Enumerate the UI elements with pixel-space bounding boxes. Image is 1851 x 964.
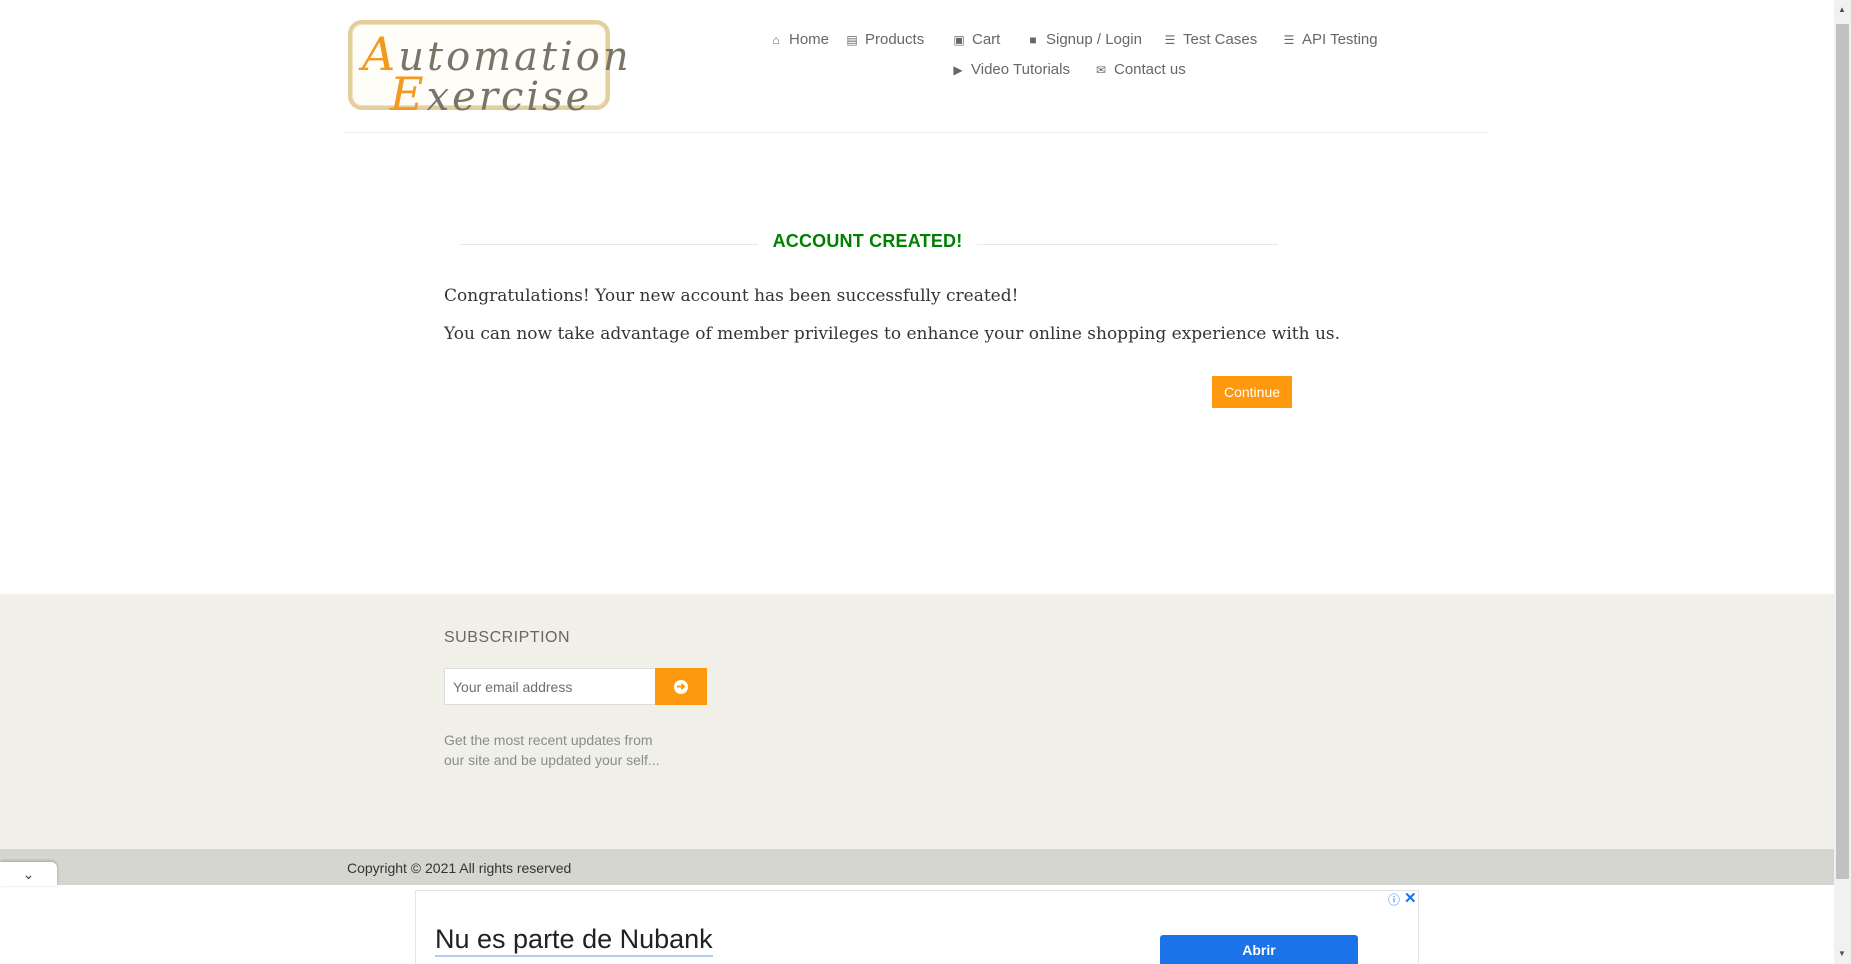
- privileges-message: You can now take advantage of member pri…: [444, 324, 1341, 344]
- subscription-title: SUBSCRIPTION: [444, 629, 571, 646]
- footer-widget: [0, 594, 1834, 849]
- subscribe-email-input[interactable]: [444, 668, 656, 705]
- footer-bottom: [0, 849, 1834, 885]
- envelope-icon: ✉: [1095, 62, 1107, 77]
- continue-button[interactable]: Continue: [1212, 376, 1292, 408]
- nav-signup-login-label: Signup / Login: [1046, 31, 1142, 48]
- subscribe-description-line1: Get the most recent updates from: [444, 732, 653, 748]
- scroll-down-arrow-icon[interactable]: ▼: [1838, 949, 1846, 958]
- scrollbar-thumb[interactable]: [1836, 24, 1849, 879]
- nav-test-cases-label: Test Cases: [1183, 31, 1258, 48]
- nav-api-testing-label: API Testing: [1302, 31, 1378, 48]
- subscribe-button[interactable]: ➜: [655, 668, 707, 705]
- nav-home[interactable]: ⌂ Home: [769, 31, 829, 48]
- ad-cta-button[interactable]: Abrir: [1160, 935, 1358, 964]
- nav-signup-login[interactable]: ■ Signup / Login: [1026, 31, 1142, 48]
- nav-contact-us-label: Contact us: [1114, 61, 1186, 78]
- lock-icon: ■: [1029, 32, 1037, 47]
- title-line-left: [460, 244, 758, 245]
- ad-close-icon[interactable]: ✕: [1404, 889, 1417, 907]
- account-created-title: ACCOUNT CREATED!: [772, 231, 963, 251]
- site-logo[interactable]: Automation Exercise: [348, 20, 629, 117]
- nav-video-tutorials[interactable]: ▶ Video Tutorials: [951, 61, 1070, 78]
- nav-video-tutorials-label: Video Tutorials: [971, 61, 1070, 78]
- congrats-message: Congratulations! Your new account has be…: [444, 286, 1019, 306]
- title-line-right: [977, 244, 1278, 245]
- list-icon: ☰: [1164, 32, 1176, 47]
- briefcase-icon: ▤: [846, 32, 858, 47]
- chevron-down-icon: ⌄: [22, 865, 35, 882]
- ad-collapse-toggle[interactable]: ⌄: [0, 862, 57, 886]
- nav-home-label: Home: [789, 31, 830, 48]
- nav-products[interactable]: ▤ Products: [845, 31, 924, 48]
- youtube-play-icon: ▶: [953, 62, 963, 77]
- nav-cart-label: Cart: [972, 31, 1001, 48]
- copyright-text: Copyright © 2021 All rights reserved: [347, 860, 572, 876]
- nav-cart[interactable]: ▣ Cart: [952, 31, 1000, 48]
- ad-headline[interactable]: Nu es parte de Nubank: [435, 924, 713, 957]
- nav-products-label: Products: [865, 31, 925, 48]
- ad-info-icon[interactable]: ⓘ: [1388, 891, 1400, 908]
- subscribe-description-line2: our site and be updated your self...: [444, 752, 660, 768]
- header-divider: [345, 132, 1487, 133]
- list-icon: ☰: [1283, 32, 1295, 47]
- logo-line-2: Exercise: [390, 67, 593, 121]
- arrow-circle-right-icon: ➜: [674, 679, 688, 694]
- nav-api-testing[interactable]: ☰ API Testing: [1282, 31, 1378, 48]
- scroll-up-arrow-icon[interactable]: ▲: [1838, 5, 1846, 14]
- nav-test-cases[interactable]: ☰ Test Cases: [1163, 31, 1258, 48]
- cart-icon: ▣: [953, 32, 965, 47]
- home-icon: ⌂: [772, 32, 780, 47]
- nav-contact-us[interactable]: ✉ Contact us: [1094, 61, 1186, 78]
